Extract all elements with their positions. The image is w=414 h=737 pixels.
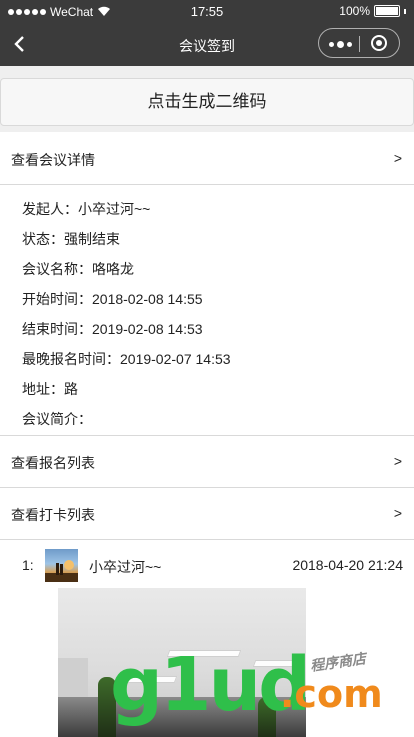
chevron-right-icon: > (393, 505, 402, 521)
detail-intro: 会议简介 (22, 409, 92, 429)
chevron-right-icon: > (393, 150, 402, 166)
detail-initiator: 发起人小卒过河~~ (22, 199, 150, 219)
detail-address: 地址路 (22, 379, 78, 399)
battery-icon (374, 5, 400, 17)
battery-percent: 100% (339, 4, 370, 18)
detail-status: 状态强制结束 (22, 229, 120, 249)
capsule-divider (359, 36, 360, 52)
checkin-list-row[interactable]: 查看打卡列表 > (0, 488, 414, 540)
signup-list-label: 查看报名列表 (11, 455, 95, 471)
watermark-tagline: 程序商店 (309, 651, 367, 675)
checkin-index: 1: (22, 557, 34, 573)
close-miniprogram-icon[interactable] (371, 35, 387, 51)
checkin-user-name: 小卒过河~~ (89, 559, 162, 575)
generate-qr-button[interactable]: 点击生成二维码 (0, 78, 414, 126)
mini-program-capsule (318, 28, 400, 58)
status-bar: WeChat 17:55 100% (0, 0, 414, 24)
detail-signup-deadline: 最晚报名时间2019-02-07 14:53 (22, 349, 231, 369)
detail-meeting-name: 会议名称咯咯龙 (22, 259, 134, 279)
chevron-right-icon: > (393, 453, 402, 469)
detail-end-time: 结束时间2019-02-08 14:53 (22, 319, 203, 339)
status-right: 100% (339, 4, 406, 18)
checkin-entry: 1: 小卒过河~~ 2018-04-20 21:24 (0, 540, 414, 588)
more-icon[interactable] (329, 41, 352, 48)
nav-bar: 会议签到 (0, 24, 414, 66)
battery-tip (404, 8, 406, 14)
detail-start-time: 开始时间2018-02-08 14:55 (22, 289, 203, 309)
signup-list-row[interactable]: 查看报名列表 > (0, 436, 414, 488)
meeting-details-row[interactable]: 查看会议详情 > (0, 133, 414, 185)
meeting-details-panel: 发起人小卒过河~~ 状态强制结束 会议名称咯咯龙 开始时间2018-02-08 … (0, 185, 414, 436)
avatar (45, 549, 78, 582)
meeting-details-label: 查看会议详情 (11, 152, 95, 168)
checkin-list-label: 查看打卡列表 (11, 507, 95, 523)
checkin-timestamp: 2018-04-20 21:24 (292, 557, 403, 573)
checkin-photo[interactable] (58, 588, 306, 737)
